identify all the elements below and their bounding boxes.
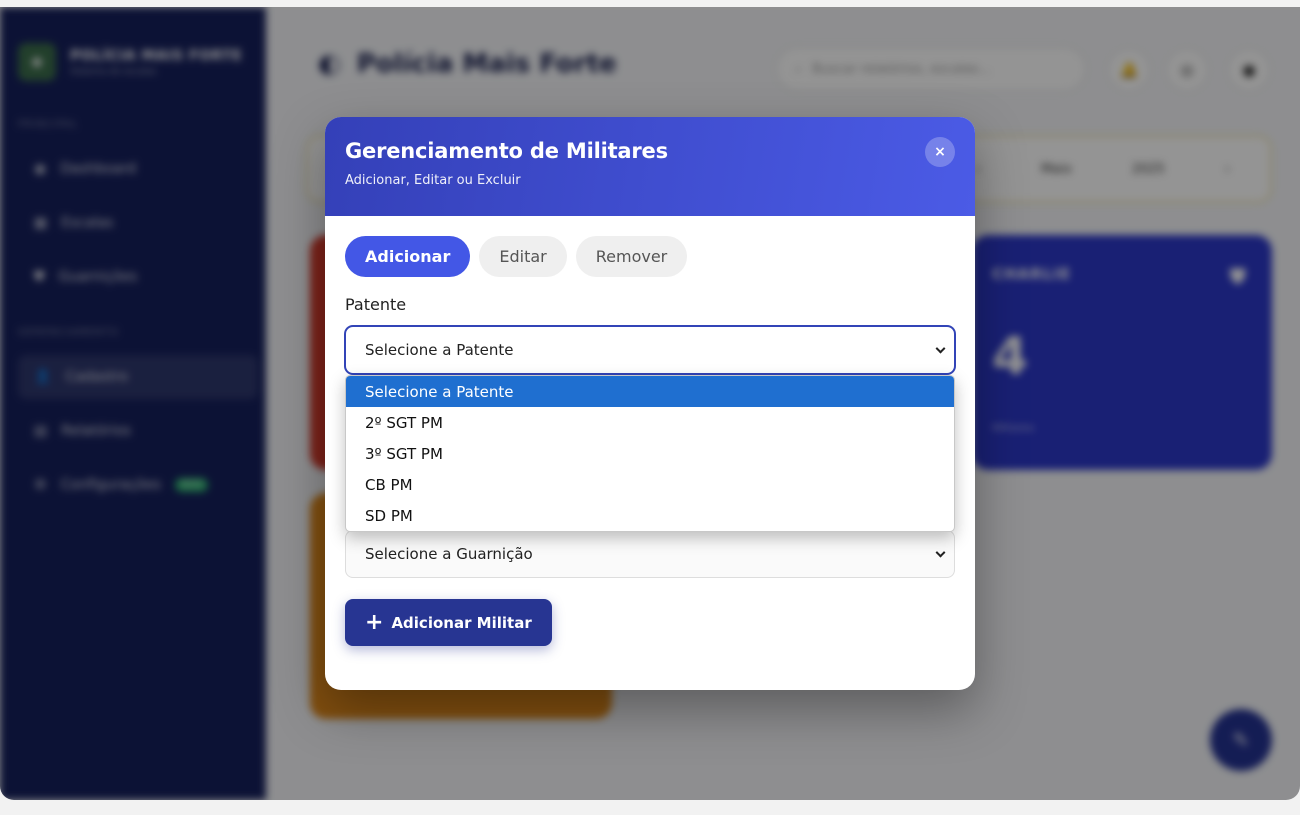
modal-subtitle: Adicionar, Editar ou Excluir (345, 173, 521, 188)
dropdown-option[interactable]: CB PM (346, 469, 954, 500)
modal-header: Gerenciamento de Militares Adicionar, Ed… (325, 117, 975, 216)
add-militar-label: Adicionar Militar (391, 613, 532, 632)
patente-label: Patente (345, 295, 407, 314)
dropdown-option[interactable]: 3º SGT PM (346, 438, 954, 469)
modal-title: Gerenciamento de Militares (345, 139, 668, 163)
patente-select[interactable]: Selecione a Patente (345, 326, 955, 374)
patente-select-value: Selecione a Patente (365, 341, 514, 359)
chevron-down-icon (935, 547, 946, 558)
close-icon: × (934, 144, 946, 160)
dropdown-option[interactable]: Selecione a Patente (346, 376, 954, 407)
plus-icon: + (365, 609, 384, 635)
guarnicao-select-value: Selecione a Guarnição (365, 545, 533, 563)
guarnicao-select[interactable]: Selecione a Guarnição (345, 530, 955, 578)
chevron-down-icon (935, 343, 946, 354)
dropdown-option[interactable]: 2º SGT PM (346, 407, 954, 438)
tab-remover[interactable]: Remover (575, 236, 688, 277)
dropdown-option[interactable]: SD PM (346, 500, 954, 531)
tab-adicionar[interactable]: Adicionar (345, 236, 471, 277)
patente-dropdown-list: Selecione a Patente 2º SGT PM 3º SGT PM … (345, 375, 955, 532)
modal-tabs: Adicionar Editar Remover (345, 236, 688, 277)
close-button[interactable]: × (925, 137, 955, 167)
add-militar-button[interactable]: + Adicionar Militar (345, 599, 552, 646)
tab-editar[interactable]: Editar (479, 236, 567, 277)
